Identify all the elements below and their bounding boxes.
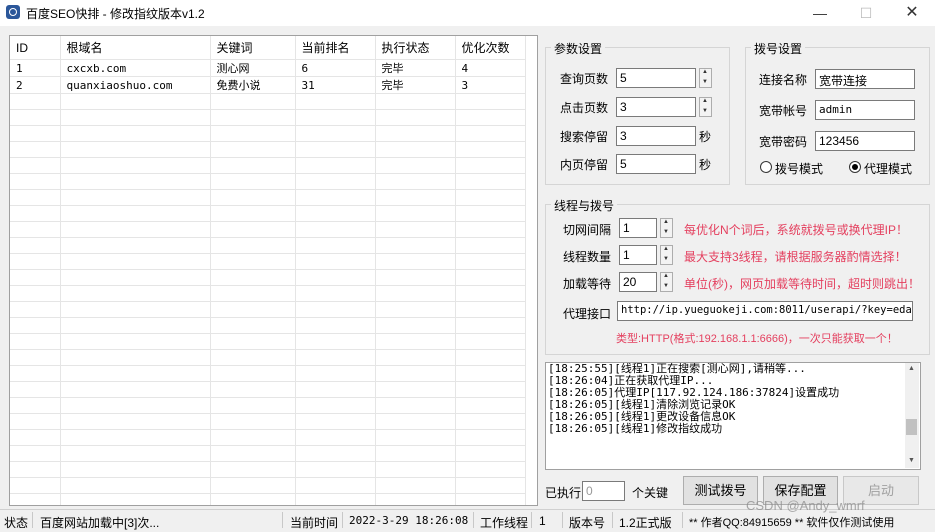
status-text: 百度网站加载中[3]次... xyxy=(40,516,160,530)
cell-status: 完毕 xyxy=(375,76,456,94)
version-label: 版本号 xyxy=(569,516,606,530)
mode-dial-label[interactable]: 拨号模式 xyxy=(775,160,823,177)
cell-status: 完毕 xyxy=(375,59,456,77)
account-input[interactable]: admin xyxy=(815,100,915,120)
col-rank[interactable]: 当前排名 xyxy=(295,36,376,60)
inner-stay-input[interactable]: 5 xyxy=(616,154,696,174)
thread-count-label: 线程数量 xyxy=(563,250,612,264)
mode-proxy-label[interactable]: 代理模式 xyxy=(864,160,912,177)
cell-domain: quanxiaoshuo.com xyxy=(60,76,211,94)
switch-interval-label: 切网间隔 xyxy=(563,223,612,237)
cell-domain: cxcxb.com xyxy=(60,59,211,77)
log-scrollbar[interactable] xyxy=(905,363,919,468)
maximize-icon[interactable]: ☐ xyxy=(843,0,889,26)
search-stay-input[interactable]: 3 xyxy=(616,126,696,146)
status-label: 状态 xyxy=(4,516,29,530)
time-label: 当前时间 xyxy=(290,516,339,530)
col-keyword[interactable]: 关键词 xyxy=(210,36,296,60)
app-icon xyxy=(6,5,20,19)
params-group-title: 参数设置 xyxy=(551,40,606,57)
executed-count: 0 xyxy=(582,481,625,501)
conn-name-label: 连接名称 xyxy=(759,73,808,87)
log-line: [18:26:05][线程1]修改指纹成功 xyxy=(548,422,723,435)
account-label: 宽带帐号 xyxy=(759,104,808,118)
log-lines: [18:25:55][线程1]正在搜索[测心网],请稍等... [18:26:0… xyxy=(548,363,839,435)
query-pages-label: 查询页数 xyxy=(560,72,609,86)
log-box[interactable]: [18:25:55][线程1]正在搜索[测心网],请稍等... [18:26:0… xyxy=(545,362,921,470)
scroll-thumb[interactable] xyxy=(906,419,917,435)
thread-count-spinner[interactable] xyxy=(660,245,673,265)
cell-keyword: 免费小说 xyxy=(210,76,296,94)
executed-label: 已执行 xyxy=(545,486,582,500)
dialup-group-title: 拨号设置 xyxy=(751,40,806,57)
proxy-api-label: 代理接口 xyxy=(563,307,612,321)
mode-dial-radio[interactable] xyxy=(760,161,772,173)
table-row[interactable]: 2 quanxiaoshuo.com 免费小说 31 完毕 3 xyxy=(10,76,526,94)
col-status[interactable]: 执行状态 xyxy=(375,36,456,60)
cell-count: 3 xyxy=(455,76,526,94)
col-count[interactable]: 优化次数 xyxy=(455,36,526,60)
click-pages-input[interactable]: 3 xyxy=(616,97,696,117)
switch-interval-input[interactable]: 1 xyxy=(619,218,657,238)
cell-keyword: 测心网 xyxy=(210,59,296,77)
proxy-api-hint: 类型:HTTP(格式:192.168.1.1:6666)，一次只能获取一个！ xyxy=(616,333,898,345)
col-domain[interactable]: 根域名 xyxy=(60,36,211,60)
col-id[interactable]: ID xyxy=(10,36,61,60)
load-wait-input[interactable]: 20 xyxy=(619,272,657,292)
load-wait-spinner[interactable] xyxy=(660,272,673,292)
time-value: 2022-3-29 18:26:08 xyxy=(349,514,469,527)
switch-interval-hint: 每优化N个词后，系统就拨号或换代理IP！ xyxy=(684,223,909,237)
author-text: ** 作者QQ:84915659 ** 软件仅作测试使用 xyxy=(689,517,895,529)
cell-count: 4 xyxy=(455,59,526,77)
password-input[interactable]: 123456 xyxy=(815,131,915,151)
thread-group-title: 线程与拨号 xyxy=(551,197,618,214)
load-wait-hint: 单位(秒)，网页加载等待时间，超时则跳出！ xyxy=(684,277,920,291)
cell-id: 2 xyxy=(10,76,61,94)
thread-count-hint: 最大支持3线程，请根据服务器酌情选择！ xyxy=(684,250,907,264)
close-icon[interactable]: ✕ xyxy=(889,0,935,26)
table-header: ID 根域名 关键词 当前排名 执行状态 优化次数 xyxy=(10,36,526,60)
password-label: 宽带密码 xyxy=(759,135,808,149)
load-wait-label: 加载等待 xyxy=(563,277,612,291)
version-value: 1.2正式版 xyxy=(619,516,672,530)
executed-unit: 个关键 xyxy=(632,486,669,500)
thread-label: 工作线程 xyxy=(480,516,529,530)
cell-rank: 31 xyxy=(295,76,376,94)
search-stay-label: 搜索停留 xyxy=(560,130,609,144)
scroll-up-icon[interactable]: ▲ xyxy=(908,365,915,372)
switch-interval-spinner[interactable] xyxy=(660,218,673,238)
table-row[interactable]: 1 cxcxb.com 测心网 6 完毕 4 xyxy=(10,59,526,77)
keyword-table[interactable]: ID 根域名 关键词 当前排名 执行状态 优化次数 1 cxcxb.com 测心… xyxy=(9,35,538,506)
mode-proxy-radio[interactable] xyxy=(849,161,861,173)
inner-stay-unit: 秒 xyxy=(699,158,712,172)
window-title: 百度SEO快排 - 修改指纹版本v1.2 xyxy=(26,7,205,21)
inner-stay-label: 内页停留 xyxy=(560,158,609,172)
conn-name-input[interactable]: 宽带连接 xyxy=(815,69,915,89)
minimize-icon[interactable]: — xyxy=(797,0,843,26)
search-stay-unit: 秒 xyxy=(699,130,712,144)
click-pages-spinner[interactable] xyxy=(699,97,712,117)
query-pages-spinner[interactable] xyxy=(699,68,712,88)
query-pages-input[interactable]: 5 xyxy=(616,68,696,88)
cell-id: 1 xyxy=(10,59,61,77)
proxy-api-input[interactable]: http://ip.yueguokeji.com:8011/userapi/?k… xyxy=(617,301,913,321)
thread-value: 1 xyxy=(539,514,546,528)
click-pages-label: 点击页数 xyxy=(560,101,609,115)
thread-count-input[interactable]: 1 xyxy=(619,245,657,265)
cell-rank: 6 xyxy=(295,59,376,77)
scroll-down-icon[interactable]: ▼ xyxy=(908,457,915,464)
watermark: CSDN @Andy_wmrf xyxy=(746,498,865,513)
